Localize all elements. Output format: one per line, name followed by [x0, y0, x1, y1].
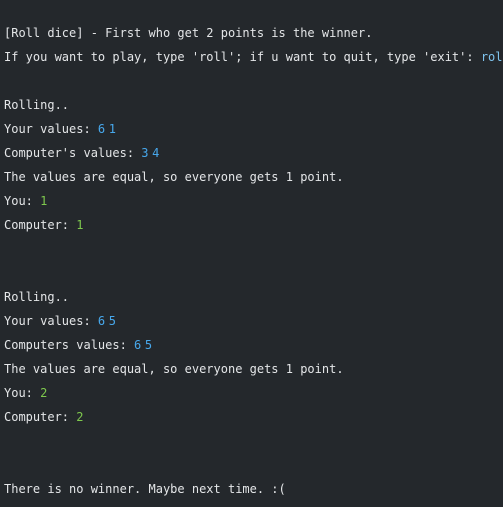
round-1-computer-score-line: Computer: 1	[4, 213, 503, 237]
you-score-label: You:	[4, 386, 41, 400]
rolling-text: Rolling..	[4, 290, 70, 304]
computer-value-1: 6	[134, 338, 142, 352]
round-1-your-values-line: Your values: 6 1	[4, 117, 503, 141]
console-output: [Roll dice] - First who get 2 points is …	[0, 0, 503, 507]
computer-score-label: Computer:	[4, 410, 77, 424]
intro-title: [Roll dice] - First who get 2 points is …	[4, 26, 373, 40]
computer-values-label: Computer's values:	[4, 146, 142, 160]
round-1-you-score-line: You: 1	[4, 189, 503, 213]
round-1-result: The values are equal, so everyone gets 1…	[4, 165, 503, 189]
intro-prompt-line: If you want to play, type 'roll'; if u w…	[4, 45, 503, 69]
computer-value-1: 3	[141, 146, 149, 160]
your-values-label: Your values:	[4, 314, 98, 328]
your-value-1: 6	[97, 122, 106, 136]
result-text: The values are equal, so everyone gets 1…	[4, 362, 344, 376]
computer-value-2: 5	[144, 338, 153, 352]
your-value-1: 6	[97, 314, 106, 328]
computer-values-label: Computers values:	[4, 338, 135, 352]
round-2-computer-score-line: Computer: 2	[4, 405, 503, 429]
you-score-label: You:	[4, 194, 41, 208]
computer-score: 1	[76, 218, 84, 232]
you-score: 2	[40, 386, 48, 400]
you-score: 1	[40, 194, 48, 208]
your-value-2: 5	[108, 314, 116, 328]
your-value-2: 1	[108, 122, 116, 136]
computer-value-2: 4	[152, 146, 160, 160]
rolling-text: Rolling..	[4, 98, 70, 112]
round-2-computer-values-line: Computers values: 6 5	[4, 333, 503, 357]
round-1-computer-values-line: Computer's values: 3 4	[4, 141, 503, 165]
computer-score-label: Computer:	[4, 218, 77, 232]
round-2-result: The values are equal, so everyone gets 1…	[4, 357, 503, 381]
intro-prompt: If you want to play, type 'roll'; if u w…	[4, 50, 481, 64]
your-values-label: Your values:	[4, 122, 98, 136]
typed-input: roll	[480, 50, 503, 64]
final-message-line: There is no winner. Maybe next time. :(	[4, 477, 503, 501]
round-2-you-score-line: You: 2	[4, 381, 503, 405]
computer-score: 2	[76, 410, 84, 424]
round-1-rolling: Rolling..	[4, 93, 503, 117]
round-2-your-values-line: Your values: 6 5	[4, 309, 503, 333]
final-message: There is no winner. Maybe next time. :(	[4, 482, 286, 496]
intro-title-line: [Roll dice] - First who get 2 points is …	[4, 21, 503, 45]
result-text: The values are equal, so everyone gets 1…	[4, 170, 344, 184]
round-2-rolling: Rolling..	[4, 285, 503, 309]
